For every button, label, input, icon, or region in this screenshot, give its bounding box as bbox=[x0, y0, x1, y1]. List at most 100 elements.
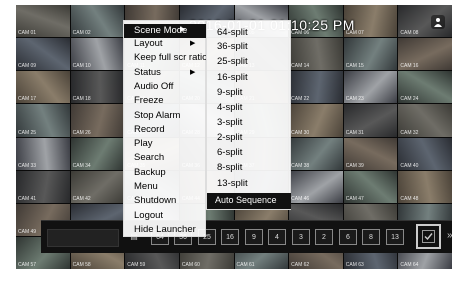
split-9-button[interactable]: 9 bbox=[245, 229, 263, 245]
camera-label: CAM 57 bbox=[18, 262, 37, 268]
camera-label: CAM 58 bbox=[72, 262, 91, 268]
submenu-item-16-split[interactable]: 16-split bbox=[217, 72, 248, 83]
camera-label: CAM 39 bbox=[345, 162, 364, 169]
camera-label: CAM 46 bbox=[291, 195, 310, 202]
camera-tile[interactable]: CAM 26 bbox=[70, 104, 125, 137]
camera-label: CAM 49 bbox=[18, 228, 37, 235]
menu-item-shutdown[interactable]: Shutdown bbox=[134, 195, 176, 206]
menu-item-stop-alarm[interactable]: Stop Alarm bbox=[134, 110, 180, 121]
camera-tile[interactable]: CAM 10 bbox=[70, 38, 125, 71]
camera-tile[interactable]: CAM 16 bbox=[398, 38, 452, 71]
submenu-arrow-icon: ▶ bbox=[190, 40, 196, 47]
submenu-item-25-split[interactable]: 25-split bbox=[217, 56, 248, 67]
camera-tile[interactable]: CAM 33 bbox=[16, 137, 70, 170]
split-8-button[interactable]: 8 bbox=[362, 229, 380, 245]
submenu-item-13-split[interactable]: 13-split bbox=[217, 178, 248, 189]
menu-item-label: Shutdown bbox=[134, 195, 177, 206]
camera-tile[interactable]: CAM 09 bbox=[16, 38, 70, 71]
camera-label: CAM 47 bbox=[345, 195, 364, 202]
camera-tile[interactable]: CAM 34 bbox=[70, 137, 125, 170]
menu-item-logout[interactable]: Logout bbox=[134, 210, 163, 221]
menu-item-label: Stop Alarm bbox=[134, 110, 181, 121]
camera-tile[interactable]: CAM 14 bbox=[289, 38, 343, 71]
split-16-button[interactable]: 16 bbox=[221, 229, 239, 245]
camera-label: CAM 59 bbox=[127, 262, 146, 268]
submenu-item-9-split[interactable]: 9-split bbox=[217, 87, 242, 98]
camera-tile[interactable]: CAM 40 bbox=[398, 137, 452, 170]
submenu-item-4-split[interactable]: 4-split bbox=[217, 102, 242, 113]
camera-tile[interactable]: CAM 17 bbox=[16, 71, 70, 104]
camera-tile[interactable]: CAM 41 bbox=[16, 170, 70, 203]
camera-label: CAM 62 bbox=[291, 262, 310, 268]
camera-tile[interactable]: CAM 15 bbox=[343, 38, 398, 71]
submenu-item-2-split[interactable]: 2-split bbox=[217, 132, 242, 143]
menu-item-menu[interactable]: Menu bbox=[134, 181, 158, 192]
scene-mode-submenu: 64-split 36-split 25-split 16-split 9-split 4… bbox=[206, 20, 291, 210]
menu-item-backup[interactable]: Backup bbox=[134, 167, 166, 178]
submenu-item-8-split[interactable]: 8-split bbox=[217, 162, 242, 173]
camera-tile[interactable]: CAM 22 bbox=[289, 71, 343, 104]
camera-label: CAM 41 bbox=[18, 195, 37, 202]
split-6-button[interactable]: 6 bbox=[339, 229, 357, 245]
menu-item-play[interactable]: Play bbox=[134, 138, 152, 149]
camera-label: CAM 34 bbox=[72, 162, 91, 169]
camera-tile[interactable]: CAM 02 bbox=[70, 5, 125, 38]
camera-tile[interactable]: CAM 24 bbox=[398, 71, 452, 104]
camera-tile[interactable]: CAM 23 bbox=[343, 71, 398, 104]
launcher-more-icon[interactable]: » bbox=[447, 230, 452, 241]
camera-label: CAM 32 bbox=[400, 129, 419, 136]
camera-label: CAM 38 bbox=[291, 162, 310, 169]
camera-label: CAM 15 bbox=[345, 63, 364, 70]
camera-label: CAM 17 bbox=[18, 96, 37, 103]
menu-item-label: Menu bbox=[134, 181, 158, 192]
context-menu: Scene Mode ▶ Layout ▶ Keep full scr ratio Sta… bbox=[123, 20, 207, 237]
camera-tile[interactable]: CAM 18 bbox=[70, 71, 125, 104]
camera-label: CAM 64 bbox=[400, 262, 419, 268]
submenu-item-auto-sequence[interactable]: Auto Sequence bbox=[207, 193, 291, 209]
camera-label: CAM 14 bbox=[291, 63, 310, 70]
camera-tile[interactable]: CAM 01 bbox=[16, 5, 70, 38]
menu-item-label: Search bbox=[134, 152, 165, 163]
menu-item-label: Keep full scr ratio bbox=[134, 52, 208, 63]
camera-label: CAM 01 bbox=[18, 30, 37, 37]
menu-item-freeze[interactable]: Freeze bbox=[134, 95, 164, 106]
camera-label: CAM 40 bbox=[400, 162, 419, 169]
camera-label: CAM 61 bbox=[236, 262, 255, 268]
camera-tile[interactable]: CAM 47 bbox=[343, 170, 398, 203]
camera-tile[interactable]: CAM 38 bbox=[289, 137, 343, 170]
menu-item-search[interactable]: Search bbox=[134, 152, 164, 163]
camera-tile[interactable]: CAM 25 bbox=[16, 104, 70, 137]
split-3-button[interactable]: 3 bbox=[292, 229, 310, 245]
menu-item-keep-full-scr-ratio[interactable]: Keep full scr ratio bbox=[134, 52, 207, 63]
split-13-button[interactable]: 13 bbox=[386, 229, 404, 245]
camera-label: CAM 42 bbox=[72, 195, 91, 202]
menu-item-record[interactable]: Record bbox=[134, 124, 165, 135]
menu-item-status[interactable]: Status ▶ bbox=[134, 67, 195, 78]
menu-item-scene-mode[interactable]: Scene Mode ▶ bbox=[124, 24, 206, 38]
auto-sequence-button[interactable] bbox=[416, 224, 441, 249]
menu-item-label: Freeze bbox=[134, 95, 164, 106]
camera-label: CAM 09 bbox=[18, 63, 37, 70]
submenu-item-6-split[interactable]: 6-split bbox=[217, 147, 242, 158]
submenu-item-64-split[interactable]: 64-split bbox=[217, 27, 248, 38]
camera-label: CAM 08 bbox=[400, 30, 419, 37]
menu-item-audio-off[interactable]: Audio Off bbox=[134, 81, 173, 92]
camera-label: CAM 63 bbox=[345, 262, 364, 268]
camera-tile[interactable]: CAM 46 bbox=[289, 170, 343, 203]
camera-tile[interactable]: CAM 32 bbox=[398, 104, 452, 137]
menu-item-hide-launcher[interactable]: Hide Launcher bbox=[134, 224, 196, 235]
split-4-button[interactable]: 4 bbox=[268, 229, 286, 245]
user-icon[interactable] bbox=[431, 15, 445, 29]
submenu-item-36-split[interactable]: 36-split bbox=[217, 41, 248, 52]
camera-label: CAM 23 bbox=[345, 96, 364, 103]
launcher-info-field bbox=[47, 229, 119, 247]
camera-tile[interactable]: CAM 48 bbox=[398, 170, 452, 203]
camera-tile[interactable]: CAM 30 bbox=[289, 104, 343, 137]
camera-tile[interactable]: CAM 39 bbox=[343, 137, 398, 170]
camera-tile[interactable]: CAM 31 bbox=[343, 104, 398, 137]
menu-item-layout[interactable]: Layout ▶ bbox=[134, 38, 195, 49]
submenu-item-3-split[interactable]: 3-split bbox=[217, 117, 242, 128]
camera-label: CAM 33 bbox=[18, 162, 37, 169]
camera-tile[interactable]: CAM 42 bbox=[70, 170, 125, 203]
split-2-button[interactable]: 2 bbox=[315, 229, 333, 245]
